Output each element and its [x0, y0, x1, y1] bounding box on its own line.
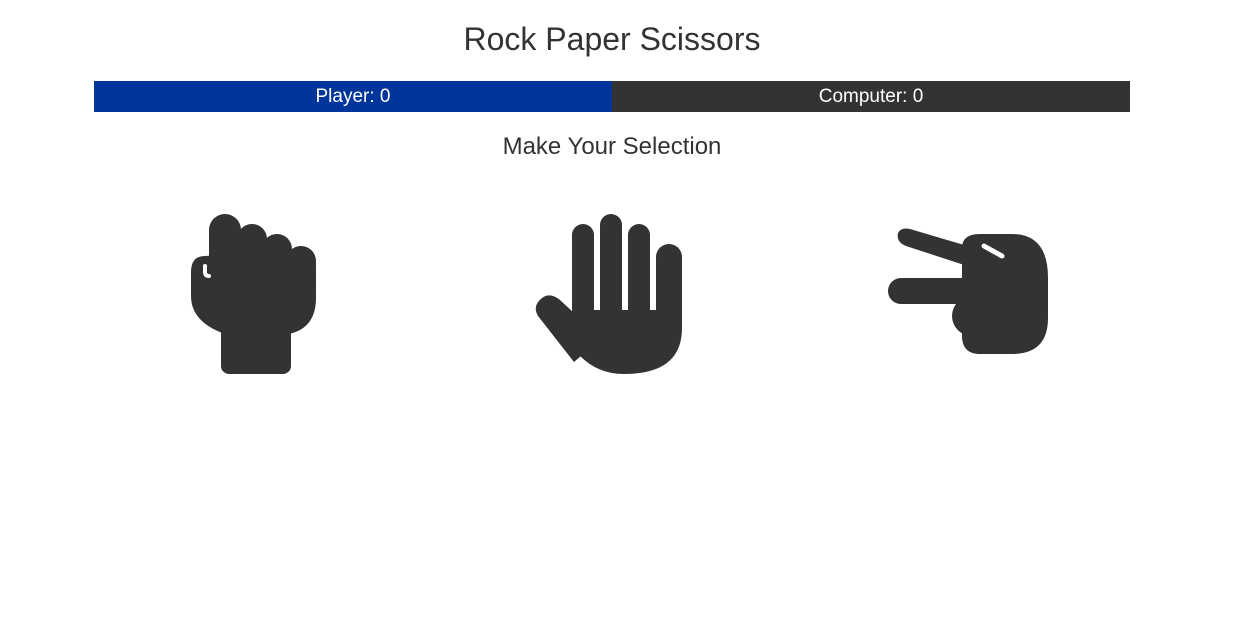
selection-prompt: Make Your Selection: [502, 133, 722, 160]
computer-score: Computer: 0: [612, 81, 1130, 112]
hand-scissors-icon: [888, 228, 1048, 354]
scoreboard: Player: 0 Computer: 0: [94, 81, 1130, 112]
page-title: Rock Paper Scissors: [463, 21, 761, 57]
player-score: Player: 0: [94, 81, 612, 112]
scissors-button[interactable]: [884, 228, 1054, 358]
hand-fist-icon: [191, 214, 316, 374]
paper-button[interactable]: [528, 210, 688, 378]
hand-paper-icon: [535, 214, 682, 374]
rock-button[interactable]: [185, 210, 321, 378]
